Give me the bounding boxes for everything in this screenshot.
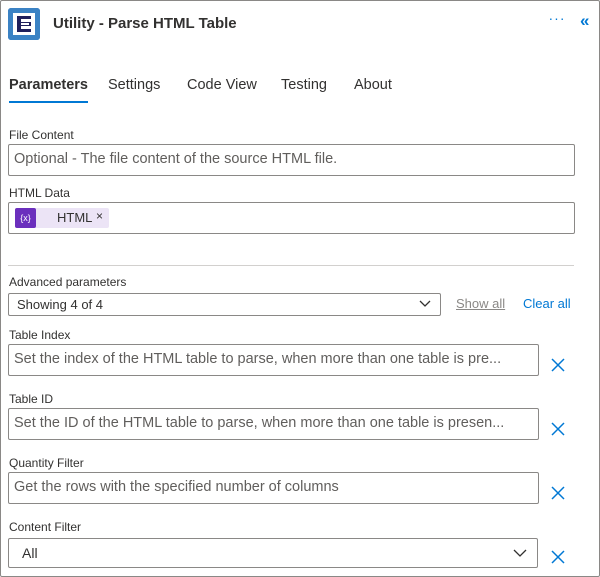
section-divider [8,265,574,266]
file-content-placeholder: Optional - The file content of the sourc… [14,151,338,167]
quantity-filter-input[interactable]: Get the rows with the specified number o… [8,472,539,504]
table-id-label: Table ID [9,392,54,406]
advanced-parameters-select[interactable]: Showing 4 of 4 [8,293,441,316]
show-all-link[interactable]: Show all [456,296,505,311]
chevron-down-icon [512,544,528,563]
remove-table-id-icon[interactable] [549,420,567,438]
file-content-label: File Content [9,128,74,142]
remove-content-filter-icon[interactable] [549,548,567,566]
token-remove-icon[interactable]: × [96,209,103,223]
table-index-label: Table Index [9,328,71,342]
tab-testing[interactable]: Testing [281,77,327,105]
content-filter-value: All [22,545,38,561]
panel-title: Utility - Parse HTML Table [53,15,237,32]
remove-table-index-icon[interactable] [549,356,567,374]
html-token[interactable]: {x} HTML × [15,208,109,228]
table-index-placeholder: Set the index of the HTML table to parse… [14,351,502,367]
tab-parameters[interactable]: Parameters [9,77,88,105]
table-index-input[interactable]: Set the index of the HTML table to parse… [8,344,539,376]
html-data-input[interactable]: {x} HTML × [8,202,575,234]
advanced-parameters-value: Showing 4 of 4 [17,297,104,312]
variable-icon: {x} [15,208,36,228]
html-data-label: HTML Data [9,186,70,200]
content-filter-dropdown[interactable]: All [8,538,538,568]
quantity-filter-placeholder: Get the rows with the specified number o… [14,479,339,495]
table-id-input[interactable]: Set the ID of the HTML table to parse, w… [8,408,539,440]
content-filter-label: Content Filter [9,520,82,534]
file-content-input[interactable]: Optional - The file content of the sourc… [8,144,575,176]
html-token-label: HTML [57,210,93,225]
collapse-panel-icon[interactable]: « [580,11,596,33]
encodian-logo-icon [8,8,40,40]
table-id-placeholder: Set the ID of the HTML table to parse, w… [14,415,505,431]
clear-all-link[interactable]: Clear all [523,296,571,311]
tab-code-view[interactable]: Code View [187,77,257,105]
tab-about[interactable]: About [354,77,392,105]
remove-quantity-filter-icon[interactable] [549,484,567,502]
more-options-icon[interactable]: ··· [547,10,567,32]
chevron-down-icon [418,296,432,313]
tab-settings[interactable]: Settings [108,77,160,105]
quantity-filter-label: Quantity Filter [9,456,84,470]
advanced-parameters-label: Advanced parameters [9,275,127,289]
